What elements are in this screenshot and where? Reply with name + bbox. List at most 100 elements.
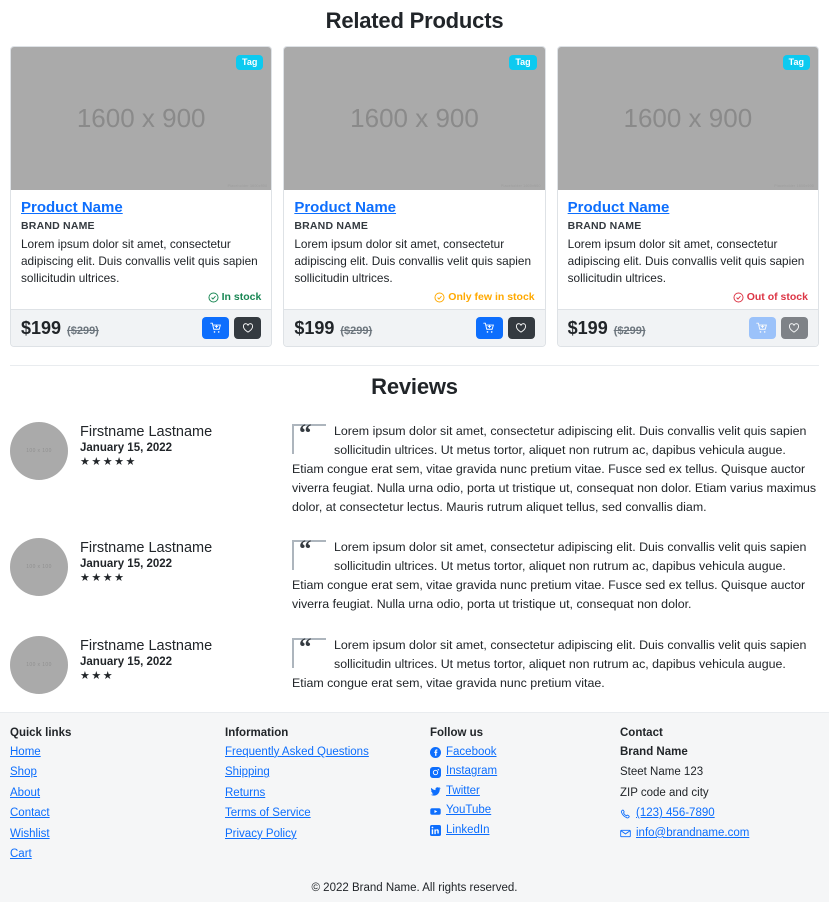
reviews-title: Reviews: [371, 374, 458, 400]
reviewer-block: 100 x 100 Firstname Lastname January 15,…: [10, 422, 278, 481]
footer-column-information: Information Frequently Asked Questions S…: [225, 727, 430, 870]
product-description: Lorem ipsum dolor sit amet, consectetur …: [21, 237, 258, 285]
reviewer-name: Firstname Lastname: [80, 637, 213, 654]
add-to-wishlist-button[interactable]: [234, 317, 262, 340]
footer-columns: Quick links Home Shop About Contact Wish…: [10, 727, 819, 870]
product-description: Lorem ipsum dolor sit amet, consectetur …: [567, 237, 805, 285]
footer-link-returns[interactable]: Returns: [225, 787, 430, 800]
product-card-body: Product Name BRAND NAME Lorem ipsum dolo…: [284, 190, 544, 309]
avatar: 100 x 100: [10, 538, 68, 597]
check-circle-icon: [208, 292, 219, 303]
footer-heading-follow-us: Follow us: [430, 726, 484, 739]
heart-icon: [788, 322, 800, 334]
footer-link-about[interactable]: About: [10, 787, 225, 800]
footer-social-linkedin[interactable]: LinkedIn: [430, 824, 620, 837]
reviews-section: Reviews 100 x 100 Firstname Lastname Jan…: [0, 347, 829, 706]
avatar: 100 x 100: [10, 422, 68, 481]
add-to-wishlist-button[interactable]: [507, 317, 535, 340]
reviewer-block: 100 x 100 Firstname Lastname January 15,…: [10, 635, 278, 694]
reviewer-meta: Firstname Lastname January 15, 2022 ★★★★…: [80, 422, 212, 469]
tag-badge: Tag: [235, 55, 264, 71]
footer-heading-contact: Contact: [620, 726, 663, 739]
product-description: Lorem ipsum dolor sit amet, consectetur …: [294, 237, 532, 285]
cart-plus-icon: [483, 322, 495, 334]
tag-badge: Tag: [509, 55, 537, 71]
footer-link-wishlist[interactable]: Wishlist: [10, 828, 225, 841]
footer-link-privacy-policy[interactable]: Privacy Policy: [225, 828, 430, 841]
add-to-wishlist-button: [780, 317, 808, 340]
review-text-block: “ Lorem ipsum dolor sit amet, consectetu…: [292, 421, 819, 516]
product-name-link[interactable]: Product Name: [568, 199, 670, 216]
contact-phone-link[interactable]: (123) 456-7890: [636, 808, 715, 820]
review-text: Lorem ipsum dolor sit amet, consectetur …: [292, 424, 817, 514]
related-products-title: Related Products: [325, 8, 504, 33]
footer-link-terms-of-service[interactable]: Terms of Service: [225, 808, 430, 820]
price-group: $199 ($299): [568, 318, 646, 339]
product-image-placeholder: 1600 x 900 Tag Placeholder 1600x900: [557, 47, 818, 190]
footer-social-twitter[interactable]: Twitter: [430, 785, 620, 798]
product-card[interactable]: 1600 x 900 Tag Placeholder 1600x900 Prod…: [556, 46, 819, 348]
product-card[interactable]: 1600 x 900 Tag Placeholder 1600x900 Prod…: [10, 46, 273, 348]
product-price: $199: [294, 317, 335, 338]
contact-phone-row[interactable]: (123) 456-7890: [620, 808, 819, 820]
product-name-link[interactable]: Product Name: [21, 199, 123, 216]
cart-plus-icon: [756, 322, 768, 334]
review-date: January 15, 2022: [80, 558, 173, 571]
footer-link-facebook[interactable]: Facebook: [446, 746, 497, 759]
footer-column-quick-links: Quick links Home Shop About Contact Wish…: [10, 727, 225, 870]
card-actions: [202, 317, 262, 340]
product-old-price: ($299): [613, 324, 646, 337]
instagram-icon: [430, 766, 441, 778]
product-image-placeholder: 1600 x 900 Tag Placeholder 1600x900: [11, 47, 272, 190]
card-actions: [748, 317, 808, 340]
product-price: $199: [567, 317, 608, 338]
add-to-cart-button[interactable]: [202, 317, 230, 340]
footer-column-contact: Contact Brand Name Steet Name 123 ZIP co…: [620, 727, 819, 870]
stock-status: In stock: [21, 291, 261, 303]
footer-link-home[interactable]: Home: [10, 746, 225, 759]
product-card-body: Product Name BRAND NAME Lorem ipsum dolo…: [558, 190, 818, 309]
product-card[interactable]: 1600 x 900 Tag Placeholder 1600x900 Prod…: [283, 46, 546, 348]
image-placeholder-label: 1600 x 900: [76, 103, 206, 133]
image-placeholder-label: 1600 x 900: [350, 103, 479, 133]
footer-link-instagram[interactable]: Instagram: [446, 766, 497, 778]
footer-heading-information: Information: [225, 726, 289, 739]
review-item: 100 x 100 Firstname Lastname January 15,…: [10, 528, 819, 625]
reviews-list: 100 x 100 Firstname Lastname January 15,…: [0, 412, 829, 706]
stock-status-label: In stock: [221, 291, 262, 304]
product-brand: BRAND NAME: [21, 220, 95, 232]
add-to-cart-button: [748, 317, 776, 340]
product-name-link[interactable]: Product Name: [294, 199, 396, 216]
star-rating: ★★★: [80, 669, 115, 682]
product-card-footer: $199 ($299): [284, 309, 545, 347]
contact-email-link[interactable]: info@brandname.com: [636, 827, 749, 840]
footer-link-shop[interactable]: Shop: [10, 767, 225, 779]
star-rating: ★★★★★: [80, 456, 137, 469]
image-credit-label: Placeholder 1600x900: [227, 184, 268, 188]
price-group: $199 ($299): [21, 318, 99, 339]
footer-social-facebook[interactable]: Facebook: [430, 746, 620, 759]
footer-link-youtube[interactable]: YouTube: [446, 805, 491, 817]
product-card-footer: $199 ($299): [11, 309, 272, 347]
add-to-cart-button[interactable]: [475, 317, 503, 340]
footer-link-linkedin[interactable]: LinkedIn: [446, 824, 489, 837]
twitter-icon: [430, 786, 441, 797]
contact-email-row[interactable]: info@brandname.com: [620, 827, 819, 840]
avatar-placeholder-label: 100 x 100: [26, 661, 52, 668]
footer-link-twitter[interactable]: Twitter: [446, 785, 480, 798]
footer-link-faq[interactable]: Frequently Asked Questions: [225, 746, 430, 759]
envelope-icon: [620, 828, 631, 839]
footer-link-cart[interactable]: Cart: [10, 849, 225, 861]
page-root: Related Products 1600 x 900 Tag Placehol…: [0, 0, 829, 902]
heart-icon: [515, 322, 527, 334]
footer-link-shipping[interactable]: Shipping: [225, 767, 430, 779]
footer-link-contact[interactable]: Contact: [10, 808, 225, 820]
review-text: Lorem ipsum dolor sit amet, consectetur …: [292, 637, 807, 690]
footer-social-youtube[interactable]: YouTube: [430, 805, 620, 817]
footer-social-instagram[interactable]: Instagram: [430, 766, 620, 778]
review-text-block: “ Lorem ipsum dolor sit amet, consectetu…: [292, 537, 819, 613]
footer-heading-quick-links: Quick links: [10, 726, 72, 739]
facebook-icon: [430, 747, 441, 759]
review-item: 100 x 100 Firstname Lastname January 15,…: [10, 412, 819, 528]
quote-icon: “: [292, 537, 326, 571]
